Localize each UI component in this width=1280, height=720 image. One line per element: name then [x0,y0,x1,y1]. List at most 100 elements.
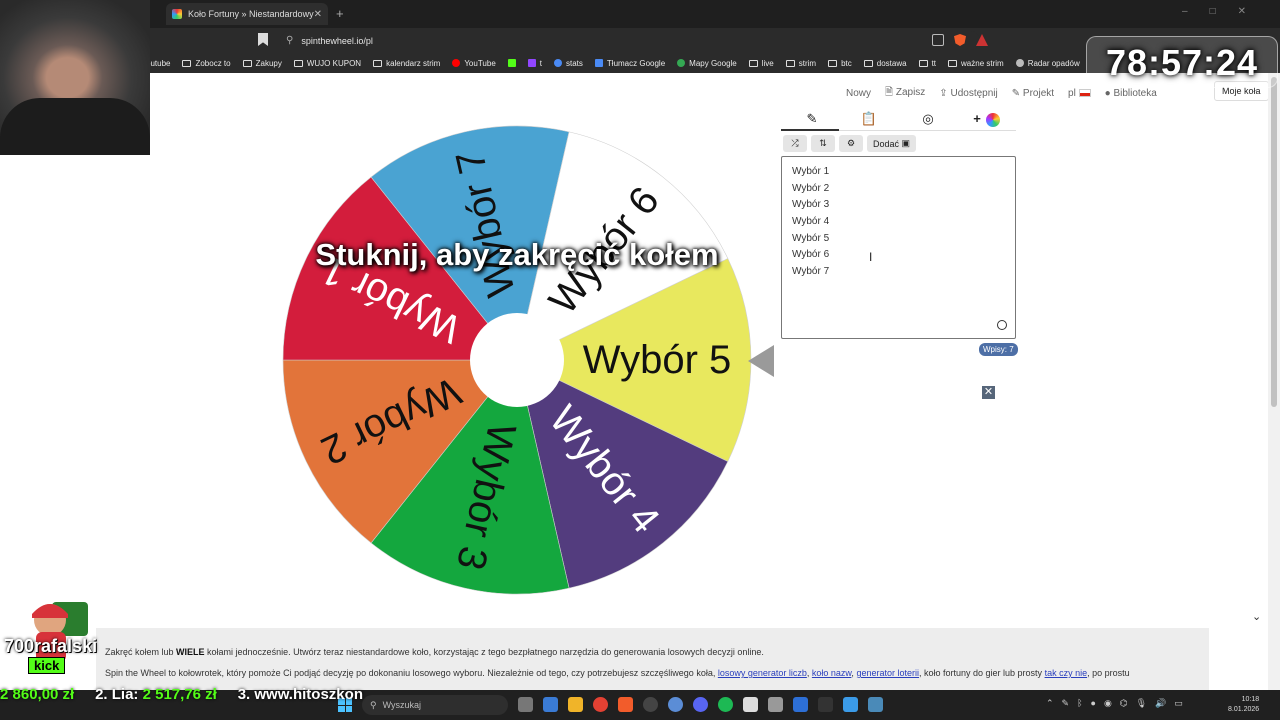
link-yes-no[interactable]: tak czy nie [1045,668,1088,678]
bookmark-item[interactable]: Zakupy [242,59,282,68]
link-name-wheel[interactable]: koło nazw [812,668,852,678]
emoji-icon[interactable] [997,320,1007,330]
poland-flag-icon [1078,89,1091,98]
folder-icon [242,59,252,67]
obs-icon[interactable] [643,697,658,712]
entry-line[interactable]: Wybór 3 [792,197,1005,214]
app-icon[interactable] [668,697,683,712]
channel-name: 700rafalski [4,636,98,656]
brave-rewards-icon[interactable] [976,34,988,46]
editor-tabs: ✎ 📋 ◎ + [781,109,1016,131]
eye-slash-icon[interactable]: ◎ [919,111,937,129]
folder-icon [828,59,838,67]
folder-icon [948,59,958,67]
menu-project[interactable]: ✎ Projekt [1012,88,1054,99]
brave-shield-icon[interactable] [954,34,966,46]
plus-icon[interactable]: + [968,111,986,129]
google-maps-icon [677,59,686,67]
bookmark-item[interactable]: strim [785,59,816,68]
brave-icon[interactable] [618,697,633,712]
bookmark-item[interactable]: YouTube [452,59,496,68]
folder-icon [785,59,795,67]
page-content: Nowy 🗎 Zapisz ⇪ Udostępnij ✎ Projekt pl … [0,73,1280,690]
site-info-icon[interactable]: ⚲ [286,35,293,46]
menu-share[interactable]: ⇪ Udostępnij [939,88,997,99]
menu-library[interactable]: ● Biblioteka [1105,88,1157,99]
capcut-icon[interactable] [743,697,758,712]
folder-icon [293,59,303,67]
close-icon[interactable]: ✕ [982,386,995,399]
system-tray[interactable]: ⌃ ✎ ᛒ ● ◉ ⌬ 🎙 🔊 ▭ [1046,698,1183,709]
browser-tab[interactable]: Koło Fortuny » Niestandardowy ✕ [166,3,328,25]
bookmark-icon[interactable] [258,33,268,46]
explorer-icon[interactable] [543,697,558,712]
notepad-icon[interactable] [843,697,858,712]
share-icon[interactable] [932,34,944,46]
entry-line[interactable]: Wybór 4 [792,214,1005,231]
link-random-number[interactable]: losowy generator liczb [718,668,807,678]
wheel-graphic[interactable]: Wybór 5Wybór 4Wybór 3Wybór 2Wybór 1Wybór… [282,125,752,595]
tab-close-icon[interactable]: ✕ [314,9,322,20]
spin-wheel[interactable]: Wybór 5 Wybór 4 Wybór 3 Wybór 2 Wybór 1 Wybór… [282,125,752,595]
bookmark-item[interactable]: ważne strim [948,59,1004,68]
menu-new[interactable]: Nowy [846,88,871,99]
bookmark-item[interactable]: Tłumacz Google [594,59,665,68]
editor-toolbar: ⤮ ⇅ ⚙ Dodać ▣ [783,135,917,153]
page-scrollbar[interactable] [1268,73,1280,690]
taskbar-apps [518,697,883,712]
folder-icon [182,59,192,67]
menu-language[interactable]: pl [1068,88,1091,99]
bookmark-item[interactable]: stats [554,59,583,68]
spin-hint-text[interactable]: Stuknij, aby zakręcić kołem [270,237,764,273]
bookmark-item[interactable]: Zobocz to [182,59,231,68]
pencil-icon[interactable]: ✎ [803,111,821,129]
platform-badge: kick [28,657,66,674]
color-wheel-icon[interactable] [986,113,1000,127]
link-lottery[interactable]: generator loterii [856,668,919,678]
app-icon[interactable] [868,697,883,712]
taskbar-clock[interactable]: 10:18 8.01.2026 [1228,695,1259,715]
add-image-button[interactable]: Dodać ▣ [867,135,917,152]
kick-icon [507,59,516,67]
wheel-hub[interactable] [470,313,564,407]
entries-textarea[interactable]: Wybór 1 Wybór 2 Wybór 3 Wybór 4 Wybór 5 … [781,156,1016,339]
calculator-icon[interactable] [768,697,783,712]
app-tray-icon: ● [1090,698,1096,708]
chevron-down-icon[interactable]: ⌄ [1252,610,1261,623]
bookmark-item[interactable]: live [748,59,774,68]
clipboard-icon[interactable]: 📋 [860,111,878,129]
site-favicon-icon [172,9,182,19]
entry-line[interactable]: Wybór 7 [792,264,1005,281]
text-cursor-icon: I [869,250,873,264]
bookmark-item[interactable]: t [527,59,542,68]
volume-icon: 🔊 [1155,698,1167,708]
entry-line[interactable]: Wybór 2 [792,181,1005,198]
folder-icon [373,59,383,67]
bookmark-item[interactable]: btc [828,59,852,68]
settings-gear-icon[interactable]: ⚙ [839,135,863,152]
new-tab-button[interactable]: + [336,6,344,21]
address-bar[interactable]: ⚲ spinthewheel.io/pl [280,31,980,50]
folder-icon[interactable] [568,697,583,712]
entry-line[interactable]: Wybór 5 [792,231,1005,248]
bookmark-item[interactable]: Mapy Google [677,59,737,68]
shuffle-icon[interactable]: ⤮ [783,135,807,152]
app-icon[interactable] [818,697,833,712]
bookmark-item[interactable]: Radar opadów [1015,59,1080,68]
chrome-icon[interactable] [593,697,608,712]
menu-save[interactable]: 🗎 Zapisz [885,85,925,102]
bookmark-item[interactable]: kalendarz strim [373,59,440,68]
bookmark-item[interactable]: WUJO KUPON [293,59,361,68]
app-icon[interactable] [793,697,808,712]
steam-icon: ◉ [1103,698,1112,708]
bookmark-item[interactable]: dostawa [863,59,907,68]
spotify-icon[interactable] [718,697,733,712]
window-controls[interactable]: –□✕ [1182,6,1268,17]
sort-icon[interactable]: ⇅ [811,135,835,152]
bookmark-item[interactable] [507,59,516,67]
discord-icon[interactable] [693,697,708,712]
entry-line[interactable]: Wybór 6 [792,247,1005,264]
task-view-icon[interactable] [518,697,533,712]
bookmark-item[interactable]: tt [918,59,936,68]
entry-line[interactable]: Wybór 1 [792,164,1005,181]
